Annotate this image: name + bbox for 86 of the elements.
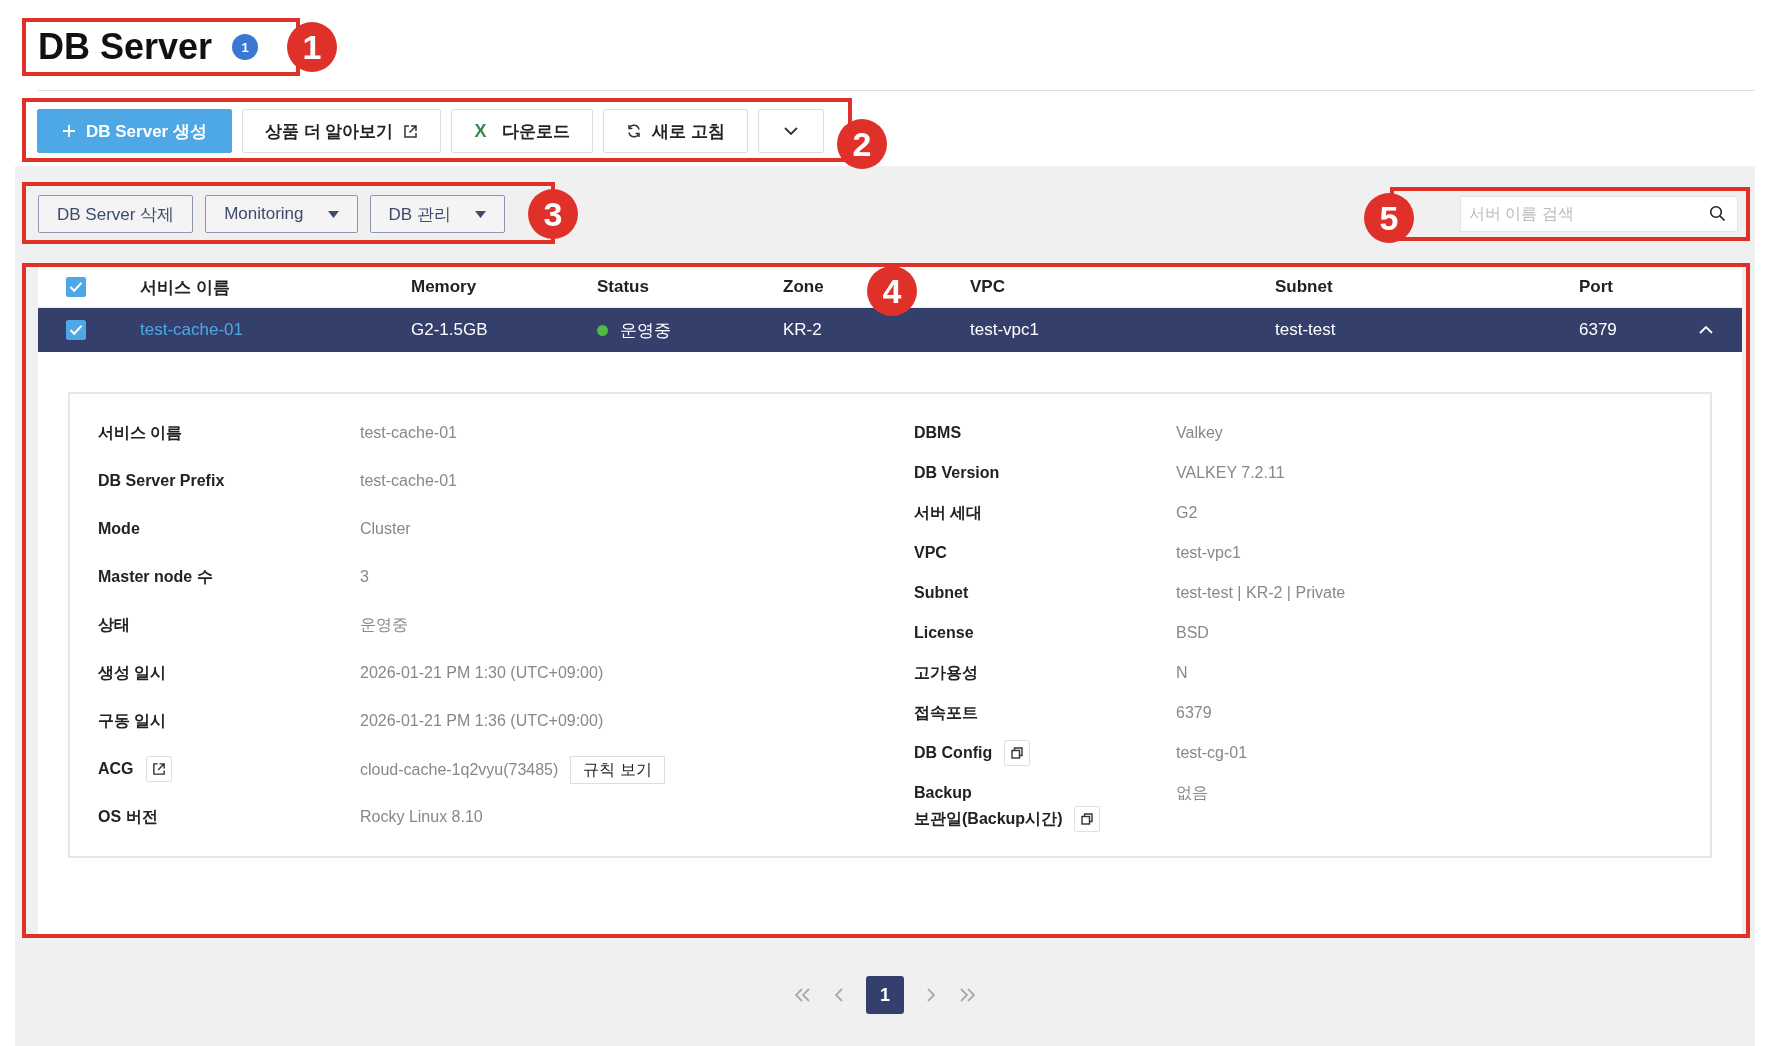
detail-value: test-cache-01	[360, 471, 457, 491]
checkmark-icon	[69, 324, 83, 336]
detail-label: VPC	[914, 543, 947, 563]
detail-label: 상태	[98, 615, 130, 635]
detail-value: test-cache-01	[360, 423, 457, 443]
detail-value: 2026-01-21 PM 1:30 (UTC+09:00)	[360, 663, 604, 683]
external-link-icon	[403, 123, 419, 139]
detail-value: Rocky Linux 8.10	[360, 807, 483, 827]
column-header: VPC	[970, 277, 1005, 297]
table-cell: KR-2	[783, 320, 822, 340]
column-header: Zone	[783, 277, 824, 297]
detail-value: G2	[1176, 503, 1198, 523]
checkbox[interactable]	[66, 320, 86, 340]
column-header: Port	[1579, 277, 1613, 297]
detail-label: 고가용성	[914, 663, 978, 683]
collapse-icon[interactable]	[1697, 325, 1714, 335]
column-header: Status	[597, 277, 649, 297]
table-cell: G2-1.5GB	[411, 320, 488, 340]
table-cell: 6379	[1579, 320, 1617, 340]
previous-page-icon[interactable]	[834, 987, 844, 1003]
detail-label: 서버 세대	[914, 503, 983, 523]
detail-value: 6379	[1176, 703, 1212, 723]
column-header: 서비스 이름	[140, 276, 230, 299]
detail-label: DB Version	[914, 463, 1000, 483]
table-cell-text: 운영중	[620, 319, 671, 342]
callout-marker: 1	[287, 22, 337, 72]
detail-label: 접속포트	[914, 703, 978, 723]
last-page-icon[interactable]	[958, 987, 976, 1003]
detail-label: DB Config	[914, 743, 993, 763]
detail-value: 없음	[1176, 783, 1208, 803]
detail-value: N	[1176, 663, 1188, 683]
search-icon	[1709, 205, 1726, 222]
detail-label: Subnet	[914, 583, 969, 603]
detail-label: 생성 일시	[98, 663, 167, 683]
copy-icon[interactable]	[1074, 806, 1101, 832]
table-cell: test-test	[1275, 320, 1336, 340]
table-row[interactable]: test-cache-01 G2-1.5GB 운영중 KR-2 test-vpc1 test-test 6379	[38, 308, 1742, 352]
toolbar-button[interactable]: 상품 더 알아보기	[241, 109, 442, 153]
detail-value: 3	[360, 567, 369, 587]
checkbox[interactable]	[66, 277, 86, 297]
chevron-down-icon	[783, 126, 800, 136]
table-cell: test-vpc1	[970, 320, 1039, 340]
count-badge: 1	[232, 34, 259, 60]
action-button[interactable]: Monitoring	[205, 195, 358, 233]
callout-marker: 5	[1364, 193, 1414, 243]
first-page-icon[interactable]	[794, 987, 812, 1003]
action-button[interactable]: DB Server 삭제	[38, 195, 194, 233]
checkmark-icon	[69, 281, 83, 293]
detail-label: Mode	[98, 519, 140, 539]
copy-icon[interactable]	[1004, 740, 1031, 766]
detail-value: 운영중	[360, 615, 408, 635]
detail-value: test-cg-01	[1176, 743, 1248, 763]
detail-label: DBMS	[914, 423, 962, 443]
detail-label: License	[914, 623, 974, 643]
detail-label: DB Server Prefix	[98, 471, 225, 491]
external-link-icon[interactable]	[145, 756, 172, 782]
toolbar-button[interactable]: 새로 고침	[603, 109, 749, 153]
detail-label: ACG	[98, 759, 134, 779]
plus-icon	[62, 124, 76, 138]
service-name-link[interactable]: test-cache-01	[140, 320, 243, 340]
detail-value: test-test | KR-2 | Private	[1176, 583, 1346, 603]
next-page-icon[interactable]	[926, 987, 936, 1003]
view-rules-button[interactable]: 규칙 보기	[570, 756, 665, 784]
callout-marker: 3	[528, 189, 578, 239]
page-title: DB Server	[38, 26, 213, 68]
search-field[interactable]: 서버 이름 검색	[1460, 196, 1738, 232]
detail-label: 구동 일시	[98, 711, 167, 731]
more-button[interactable]	[758, 109, 825, 153]
detail-label: OS 버전	[98, 807, 158, 827]
detail-value: Cluster	[360, 519, 411, 539]
detail-label: Master node 수	[98, 567, 213, 587]
refresh-icon	[626, 123, 643, 139]
detail-label: Backup 보관일(Backup시간)	[914, 783, 1063, 829]
detail-label: 서비스 이름	[98, 423, 183, 443]
detail-value: BSD	[1176, 623, 1209, 643]
detail-value: cloud-cache-1q2vyu(73485)	[360, 760, 559, 780]
detail-value: VALKEY 7.2.11	[1176, 463, 1285, 483]
toolbar-button[interactable]: X 다운로드	[451, 109, 594, 153]
detail-value: 2026-01-21 PM 1:36 (UTC+09:00)	[360, 711, 604, 731]
column-header: Subnet	[1275, 277, 1333, 297]
detail-value: Valkey	[1176, 423, 1223, 443]
page-button[interactable]: 1	[866, 976, 904, 1014]
detail-value: test-vpc1	[1176, 543, 1241, 563]
callout-marker: 2	[837, 119, 887, 169]
column-header: Memory	[411, 277, 477, 297]
action-button[interactable]: DB 관리	[369, 195, 505, 233]
